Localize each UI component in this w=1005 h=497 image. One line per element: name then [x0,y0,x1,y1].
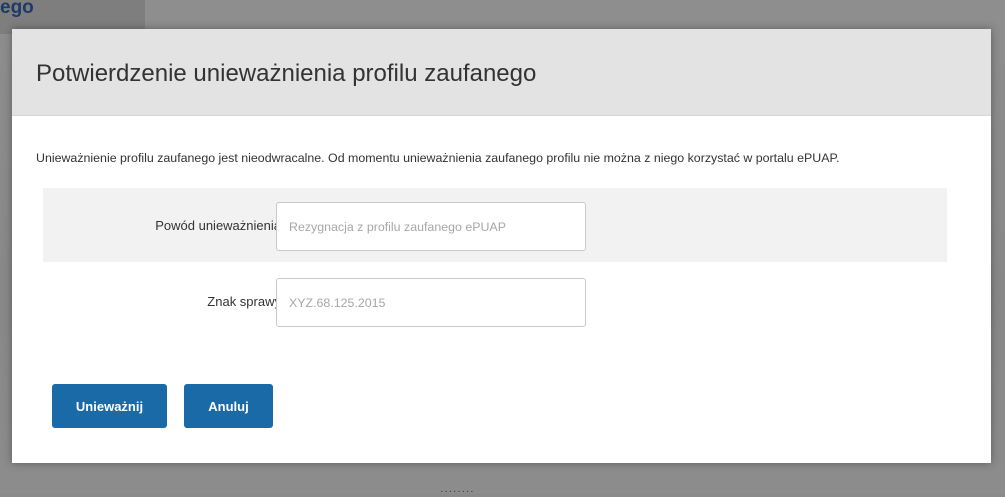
revoke-reason-label: Powód unieważnienia [155,217,281,233]
background-bottom-text: ········ [440,486,475,497]
dialog-description: Unieważnienie profilu zaufanego jest nie… [36,151,840,165]
dialog-header: Potwierdzenie unieważnienia profilu zauf… [12,29,991,116]
case-number-input[interactable] [276,278,586,327]
revoke-reason-input[interactable] [276,202,586,251]
revoke-button[interactable]: Unieważnij [52,384,167,428]
form-row-case-number: Znak sprawy [43,264,947,338]
form-row-revoke-reason: Powód unieważnienia [43,188,947,262]
case-number-label: Znak sprawy [207,293,281,309]
cancel-button[interactable]: Anuluj [184,384,273,428]
background-title-fragment: ego [0,0,34,18]
dialog-title: Potwierdzenie unieważnienia profilu zauf… [36,60,537,87]
